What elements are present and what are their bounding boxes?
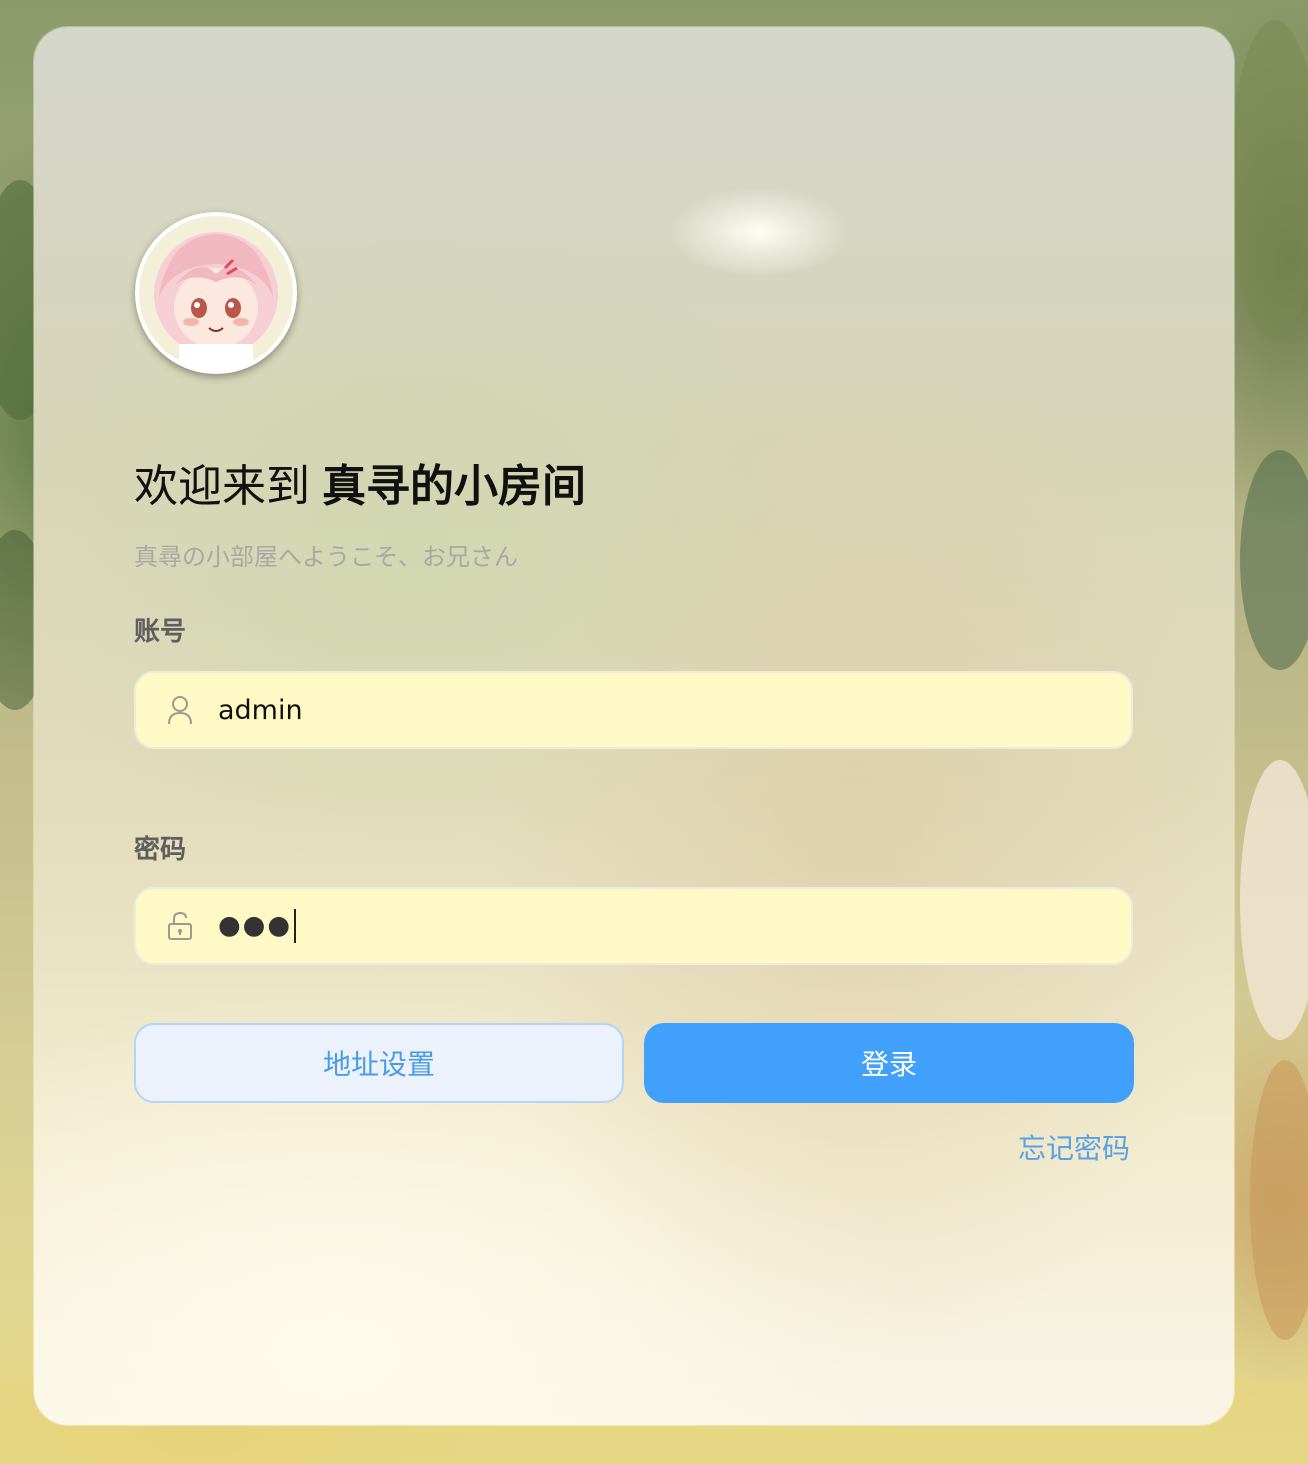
login-card: 欢迎来到 真寻的小房间 真尋の小部屋へようこそ、お兄さん 账号 admin 密码 … [34,27,1234,1425]
user-icon [166,695,194,725]
unlock-icon [166,911,194,941]
password-input-value[interactable]: ●●● [218,909,297,943]
password-label: 密码 [134,835,187,865]
account-field[interactable]: admin [134,671,1133,749]
forgot-password-link[interactable]: 忘记密码 [1018,1127,1130,1167]
page-subtitle: 真尋の小部屋へようこそ、お兄さん [134,543,518,571]
title-prefix: 欢迎来到 [134,461,310,512]
address-settings-button[interactable]: 地址设置 [134,1023,624,1103]
account-label: 账号 [134,617,187,647]
text-caret [294,909,297,943]
account-input-value[interactable]: admin [218,695,303,726]
login-button[interactable]: 登录 [644,1023,1134,1103]
avatar [135,212,297,374]
password-field[interactable]: ●●● [134,887,1133,965]
page-title: 欢迎来到 真寻的小房间 [134,459,586,515]
anime-girl-avatar-icon [139,216,293,370]
password-mask: ●●● [218,910,293,941]
title-room-name: 真寻的小房间 [322,461,586,512]
